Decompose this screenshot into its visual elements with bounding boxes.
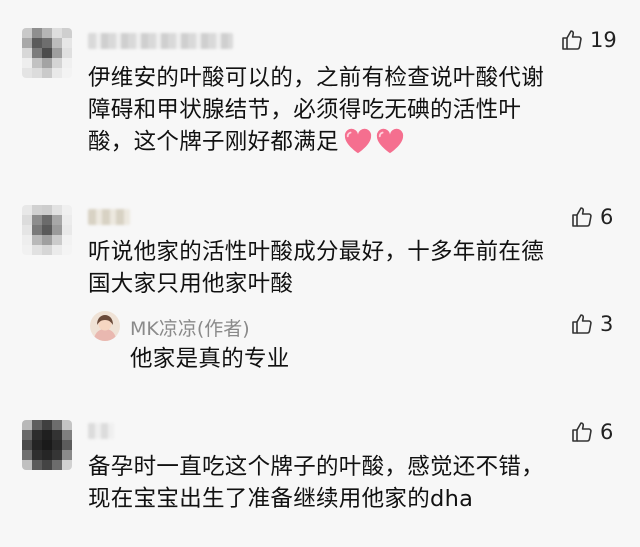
thumbs-up-icon xyxy=(572,422,592,442)
like-button[interactable]: 6 xyxy=(570,420,613,444)
username-blurred[interactable] xyxy=(88,33,233,49)
author-avatar-image xyxy=(90,311,120,341)
comment-text: 伊维安的叶酸可以的，之前有检查说叶酸代谢 障碍和甲状腺结节，必须得吃无碘的活性叶… xyxy=(88,62,544,158)
comment-item: 19 伊维安的叶酸可以的，之前有检查说叶酸代谢 障碍和甲状腺结节，必须得吃无碘的… xyxy=(0,0,640,200)
author-name[interactable]: MK凉凉(作者) xyxy=(130,314,250,341)
like-count: 6 xyxy=(600,205,614,229)
author-avatar[interactable] xyxy=(90,311,120,341)
comment-text-line: 听说他家的活性叶酸成分最好，十多年前在德 xyxy=(88,239,545,265)
comment-text: 备孕时一直吃这个牌子的叶酸，感觉还不错， 现在宝宝出生了准备继续用他家的dha xyxy=(88,451,544,515)
like-button[interactable]: 19 xyxy=(560,28,617,52)
like-count: 6 xyxy=(600,420,614,444)
heart-icon xyxy=(376,128,403,154)
comment-text-line: 国大家只用他家叶酸 xyxy=(88,271,294,297)
comment-text-line: 备孕时一直吃这个牌子的叶酸，感觉还不错， xyxy=(88,454,545,480)
thumbs-up-icon xyxy=(572,207,592,227)
like-count: 3 xyxy=(600,312,614,336)
comment-item: 6 备孕时一直吃这个牌子的叶酸，感觉还不错， 现在宝宝出生了准备继续用他家的dh… xyxy=(0,400,640,547)
heart-icon xyxy=(344,128,371,154)
like-button[interactable]: 3 xyxy=(570,312,613,336)
comment-text-line: 酸，这个牌子刚好都满足 xyxy=(88,129,339,155)
avatar[interactable] xyxy=(22,28,72,78)
thumbs-up-icon xyxy=(572,314,592,334)
heart-emojis xyxy=(343,127,405,155)
username-blurred[interactable] xyxy=(88,209,130,225)
comment-text-line: 障碍和甲状腺结节，必须得吃无碘的活性叶 xyxy=(88,97,522,123)
thumbs-up-icon xyxy=(562,30,582,50)
comment-text-line: 现在宝宝出生了准备继续用他家的dha xyxy=(88,486,474,512)
comment-item: 6 听说他家的活性叶酸成分最好，十多年前在德 国大家只用他家叶酸 MK凉凉(作者… xyxy=(0,200,640,400)
avatar[interactable] xyxy=(22,420,72,470)
like-count: 19 xyxy=(590,28,617,52)
reply-text: 他家是真的专业 xyxy=(130,346,290,372)
comment-text: 听说他家的活性叶酸成分最好，十多年前在德 国大家只用他家叶酸 xyxy=(88,236,544,300)
like-button[interactable]: 6 xyxy=(570,205,613,229)
avatar[interactable] xyxy=(22,205,72,255)
comment-text-line: 伊维安的叶酸可以的，之前有检查说叶酸代谢 xyxy=(88,65,545,91)
username-blurred[interactable] xyxy=(88,423,114,439)
